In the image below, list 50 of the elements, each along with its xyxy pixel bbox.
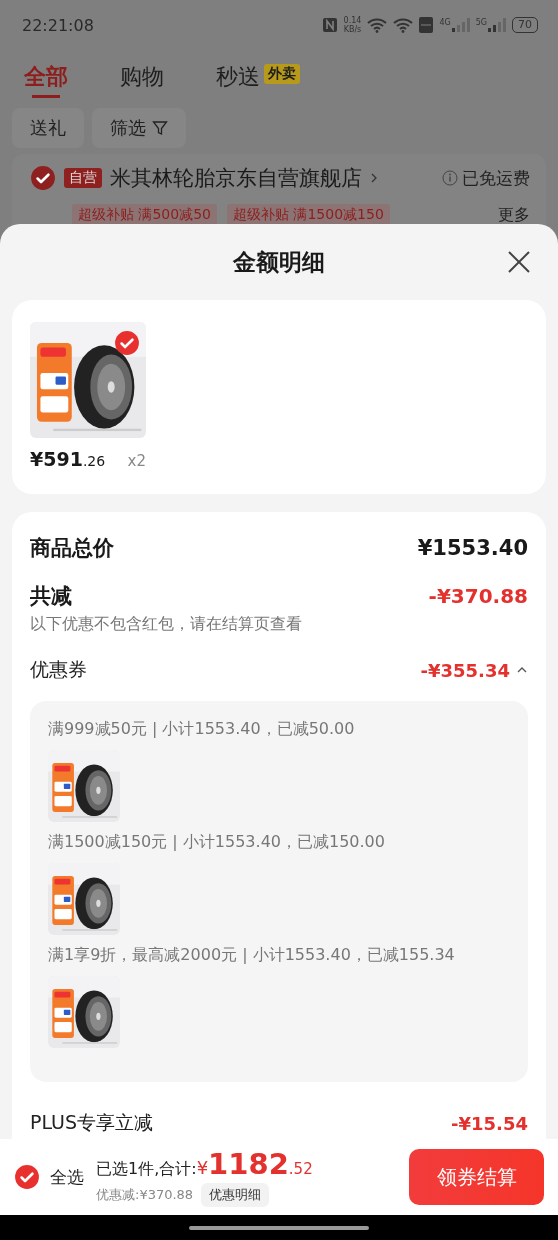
checkbox-icon[interactable] [14, 1164, 40, 1190]
discount-value: -¥370.88 [428, 584, 528, 608]
discount-details-button[interactable]: 优惠明细 [201, 1183, 270, 1207]
signal-icon [451, 18, 470, 32]
shipping-status: 已免运费 [462, 166, 530, 190]
sheet-title: 金额明细 [233, 247, 325, 277]
coupon-value: -¥355.34 [420, 659, 510, 681]
chevron-up-icon[interactable] [516, 666, 528, 674]
check-badge-icon[interactable] [114, 330, 140, 356]
hd-icon [419, 17, 434, 33]
selected-summary: 已选1件,合计: [96, 1159, 197, 1180]
signal-icon [488, 18, 506, 32]
network-type: 4G [439, 18, 451, 27]
tab-badge: 外卖 [264, 64, 300, 84]
home-indicator[interactable] [189, 1225, 369, 1230]
filter-button[interactable]: 筛选 [92, 108, 186, 148]
tab[interactable]: 购物 [120, 62, 164, 101]
discount-note: 以下优惠不包含红包，请在结算页查看 [30, 614, 303, 635]
product-price: ¥591.26 [30, 448, 106, 470]
filter-icon [152, 120, 168, 136]
coupon-detail: 满1500减150元 | 小计1553.40，已减150.00 [48, 832, 386, 853]
speed-unit: KB/s [343, 25, 362, 34]
nfc-icon [321, 17, 338, 33]
total-price: ¥1182.52 [196, 1147, 313, 1181]
coupon-detail: 满1享9折，最高减2000元 | 小计1553.40，已减155.34 [48, 945, 456, 966]
coupon-detail: 满999减50元 | 小计1553.40，已减50.00 [48, 719, 356, 740]
total-label: 商品总价 [30, 535, 114, 562]
chevron-right-icon [370, 172, 378, 184]
status-time: 22:21:08 [22, 15, 94, 35]
filter-chip[interactable]: 送礼 [12, 108, 84, 148]
wifi-icon [393, 17, 414, 33]
discount-summary: 优惠减:¥370.88 [96, 1186, 194, 1204]
network-speed: 0.14 [343, 16, 362, 25]
store-name[interactable]: 米其林轮胎京东自营旗舰店 [110, 164, 362, 192]
product-quantity: x2 [127, 452, 146, 470]
select-all-label[interactable]: 全选 [50, 1165, 84, 1189]
network-type: 5G [475, 18, 487, 27]
battery-indicator: 70 [512, 17, 538, 33]
checkout-button[interactable]: 领券结算 [409, 1149, 544, 1205]
close-icon[interactable] [506, 249, 532, 275]
checkbox-icon[interactable] [30, 165, 56, 191]
plus-label: PLUS专享立减 [30, 1110, 154, 1135]
tab[interactable]: 秒送 外卖 [216, 62, 300, 101]
plus-value: -¥15.54 [451, 1112, 528, 1134]
more-link[interactable]: 更多 [498, 204, 530, 226]
discount-label: 共减 [30, 583, 72, 610]
wifi-icon [367, 17, 388, 33]
store-tag: 自营 [64, 168, 102, 188]
total-value: ¥1553.40 [417, 536, 528, 560]
coupon-label: 优惠券 [30, 657, 87, 682]
